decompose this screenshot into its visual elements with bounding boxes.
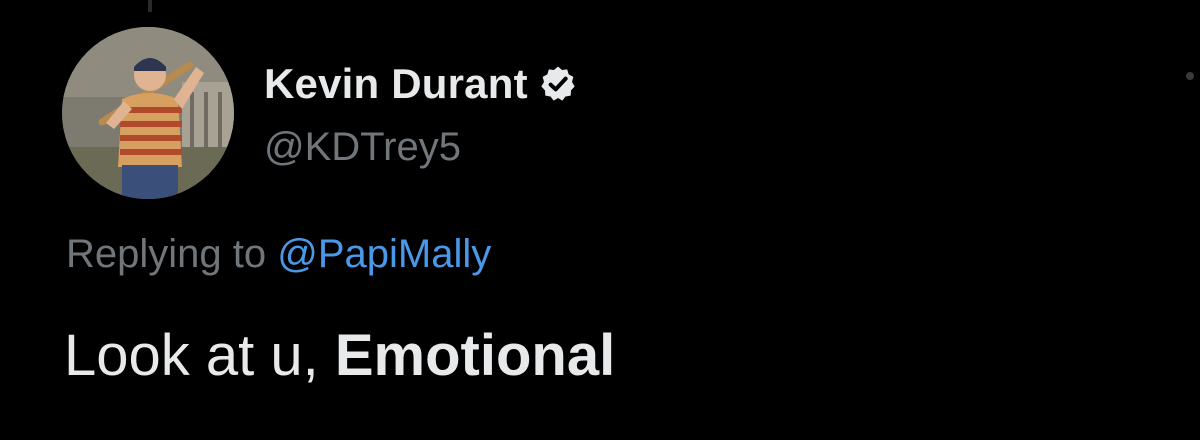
handle[interactable]: @KDTrey5 [264, 122, 461, 172]
thread-connector [148, 0, 152, 12]
tweet-text: Look at u, Emotional [64, 320, 615, 392]
avatar[interactable] [62, 27, 234, 199]
reply-mention-link[interactable]: @PapiMally [277, 232, 491, 276]
replying-to-label: Replying to [66, 232, 267, 276]
display-name[interactable]: Kevin Durant [264, 56, 528, 112]
more-options-icon[interactable] [1186, 72, 1194, 80]
replying-to-line: Replying to @PapiMally [66, 228, 491, 280]
verified-badge-icon [541, 66, 575, 101]
profile-photo [62, 27, 234, 199]
tweet-text-plain: Look at u, [64, 323, 319, 388]
tweet-card: Kevin Durant @KDTrey5 Replying to @PapiM… [0, 0, 1200, 440]
author-name-row[interactable]: Kevin Durant [264, 56, 578, 112]
tweet-text-bold: Emotional [334, 323, 616, 388]
